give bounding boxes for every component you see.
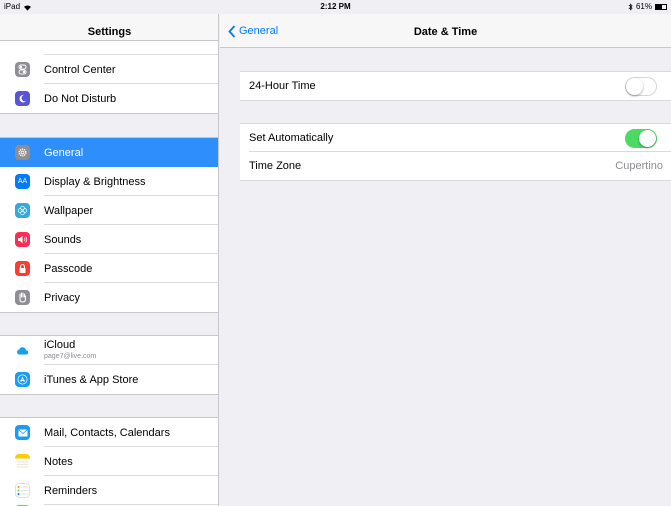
sidebar-item-itunes-app-store[interactable]: iTunes & App Store bbox=[0, 365, 218, 394]
notes-icon bbox=[15, 454, 30, 469]
row-set-automatically: Set Automatically bbox=[240, 124, 671, 152]
sidebar-item-label: Reminders bbox=[44, 484, 98, 497]
list-item-partial[interactable] bbox=[0, 41, 218, 55]
mail-icon bbox=[15, 425, 30, 440]
battery-icon bbox=[655, 4, 667, 10]
row-time-zone[interactable]: Time Zone Cupertino bbox=[240, 152, 671, 180]
sidebar-item-sounds[interactable]: Sounds bbox=[0, 225, 218, 254]
sidebar-item-display-brightness[interactable]: AA Display & Brightness bbox=[0, 167, 218, 196]
gear-icon bbox=[15, 145, 30, 160]
control-center-icon bbox=[15, 62, 30, 77]
speaker-icon bbox=[15, 232, 30, 247]
moon-icon bbox=[15, 91, 30, 106]
sidebar-item-label: Control Center bbox=[44, 63, 116, 76]
sidebar-item-label: Do Not Disturb bbox=[44, 92, 117, 105]
sidebar-item-label: Passcode bbox=[44, 262, 93, 275]
sidebar-item-do-not-disturb[interactable]: Do Not Disturb bbox=[0, 84, 218, 113]
sidebar-item-icloud[interactable]: iCloud page7@live.com bbox=[0, 336, 218, 365]
row-label: 24-Hour Time bbox=[249, 80, 316, 92]
app-store-icon bbox=[15, 372, 30, 387]
hand-icon bbox=[15, 290, 30, 305]
settings-group: General AA Display & Brightness Wallpape… bbox=[0, 137, 218, 313]
cloud-icon bbox=[15, 343, 30, 358]
sidebar-item-notes[interactable]: Notes bbox=[0, 447, 218, 476]
sidebar-item-label: Notes bbox=[44, 455, 73, 468]
settings-group: Mail, Contacts, Calendars Notes Reminder… bbox=[0, 417, 218, 506]
settings-group: Control Center Do Not Disturb bbox=[0, 40, 218, 114]
sidebar-item-label: Display & Brightness bbox=[44, 175, 146, 188]
row-label: Set Automatically bbox=[249, 132, 334, 144]
toggle-24-hour-time[interactable] bbox=[625, 76, 657, 96]
sidebar-item-general[interactable]: General bbox=[0, 138, 218, 167]
reminders-icon bbox=[15, 483, 30, 498]
sidebar-item-label: General bbox=[44, 146, 84, 159]
sidebar-item-label: Privacy bbox=[44, 291, 81, 304]
page-title: Date & Time bbox=[413, 26, 478, 38]
sidebar-item-label: iTunes & App Store bbox=[44, 373, 139, 386]
sidebar-item-label: Wallpaper bbox=[44, 204, 94, 217]
row-24-hour-time: 24-Hour Time bbox=[240, 72, 671, 100]
sidebar-item-reminders[interactable]: Reminders bbox=[0, 476, 218, 505]
lock-icon bbox=[15, 261, 30, 276]
sidebar-item-label: Sounds bbox=[44, 233, 82, 246]
status-bar: iPad 2:12 PM 61% bbox=[0, 0, 671, 14]
detail-navigation-bar: General Date & Time bbox=[220, 14, 671, 48]
aa-icon: AA bbox=[15, 174, 30, 189]
bluetooth-icon bbox=[628, 3, 633, 11]
status-time: 2:12 PM bbox=[320, 2, 351, 11]
settings-sidebar: Settings Control Center Do Not Disturb G… bbox=[0, 14, 219, 506]
row-label: Time Zone bbox=[249, 160, 302, 172]
sidebar-item-control-center[interactable]: Control Center bbox=[0, 55, 218, 84]
toggle-set-automatically[interactable] bbox=[625, 128, 657, 148]
detail-pane: General Date & Time 24-Hour Time Set Aut… bbox=[220, 14, 671, 506]
sidebar-item-label: iCloud bbox=[44, 338, 76, 351]
settings-group: iCloud page7@live.com iTunes & App Store bbox=[0, 335, 218, 395]
sidebar-item-wallpaper[interactable]: Wallpaper bbox=[0, 196, 218, 225]
flower-icon bbox=[15, 203, 30, 218]
settings-group-auto-time: Set Automatically Time Zone Cupertino bbox=[240, 123, 671, 181]
battery-percent: 61% bbox=[635, 2, 652, 11]
sidebar-item-label: Mail, Contacts, Calendars bbox=[44, 426, 170, 439]
ipad-screen: iPad 2:12 PM 61% Settings Control Center… bbox=[0, 0, 671, 506]
settings-list: Control Center Do Not Disturb General AA… bbox=[0, 40, 218, 506]
sidebar-item-passcode[interactable]: Passcode bbox=[0, 254, 218, 283]
time-zone-value: Cupertino bbox=[615, 160, 663, 172]
sidebar-item-privacy[interactable]: Privacy bbox=[0, 283, 218, 312]
icloud-account-email: page7@live.com bbox=[44, 352, 97, 360]
settings-group-24-hour: 24-Hour Time bbox=[240, 71, 671, 101]
sidebar-item-mail-contacts-calendars[interactable]: Mail, Contacts, Calendars bbox=[0, 418, 218, 447]
